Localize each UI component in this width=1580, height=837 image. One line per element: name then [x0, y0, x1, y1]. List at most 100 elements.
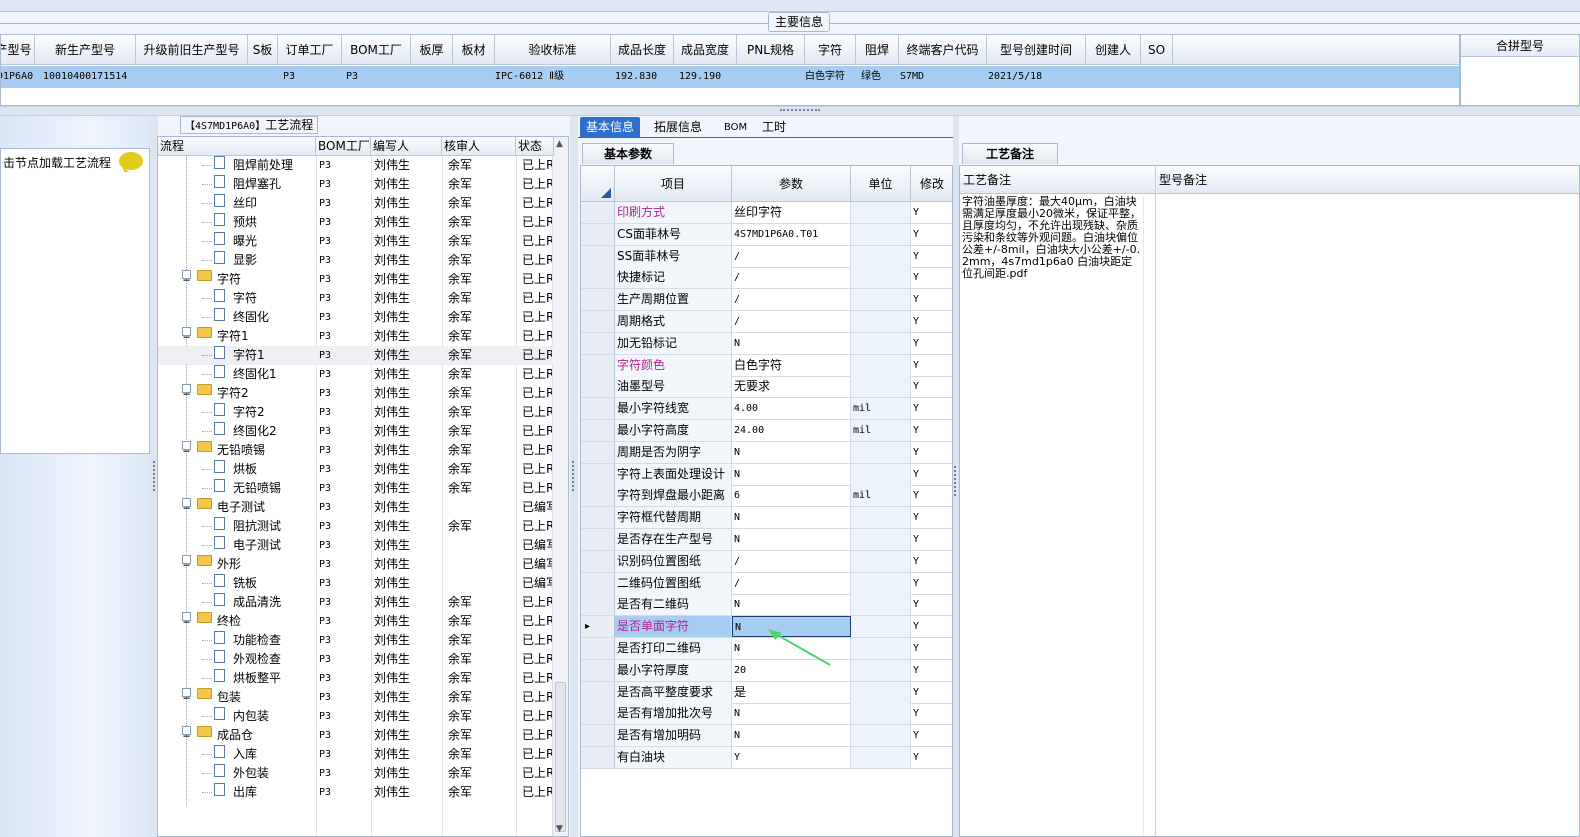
- param-row[interactable]: 是否有增加明码 N Y: [581, 725, 952, 748]
- param-row[interactable]: 最小字符厚度 20 Y: [581, 659, 952, 682]
- param-value[interactable]: N: [732, 529, 851, 550]
- row-indicator[interactable]: [581, 289, 615, 311]
- param-row[interactable]: CS面菲林号 4S7MD1P6A0.T01 Y: [581, 223, 952, 246]
- param-value[interactable]: /: [732, 550, 851, 572]
- flow-row[interactable]: 铣板 P3 刘伟生 已编写: [158, 574, 553, 593]
- flow-row[interactable]: − 包装 P3 刘伟生 余军 已上R: [158, 688, 553, 707]
- flow-row[interactable]: 烘板整平 P3 刘伟生 余军 已上R: [158, 669, 553, 688]
- tab-bom[interactable]: BOM: [718, 117, 753, 138]
- param-value[interactable]: N: [732, 725, 851, 747]
- param-value[interactable]: /: [732, 572, 851, 594]
- collapse-toggle-icon[interactable]: −: [182, 555, 191, 572]
- flow-row[interactable]: − 电子测试 P3 刘伟生 已编写: [158, 498, 553, 517]
- flow-row[interactable]: 阻抗测试 P3 刘伟生 余军 已上R: [158, 517, 553, 536]
- row-indicator[interactable]: [581, 376, 615, 398]
- basic-params-tab[interactable]: 基本参数: [582, 143, 674, 164]
- main-cell[interactable]: [137, 66, 255, 88]
- row-indicator[interactable]: [581, 725, 615, 747]
- param-row[interactable]: 字符框代替周期 N Y: [581, 507, 952, 530]
- collapse-toggle-icon[interactable]: −: [182, 688, 191, 705]
- row-indicator[interactable]: [581, 638, 615, 659]
- main-cell[interactable]: [1143, 66, 1181, 88]
- process-flow-tree[interactable]: ▲ ▼ 流程 BOM工厂 编写人 核审人 状态 阻焊前处理 P3 刘伟生 余军 已上R 阻焊塞孔 P3…: [157, 136, 569, 837]
- main-cell[interactable]: D1P6A0: [1, 66, 43, 88]
- main-cell[interactable]: [739, 66, 813, 88]
- flow-row[interactable]: 曝光 P3 刘伟生 余军 已上R: [158, 232, 553, 251]
- flow-row[interactable]: 入库 P3 刘伟生 余军 已上R: [158, 745, 553, 764]
- param-value[interactable]: N: [732, 441, 851, 463]
- collapse-toggle-icon[interactable]: −: [182, 498, 191, 515]
- flow-row[interactable]: 无铅喷锡 P3 刘伟生 余军 已上R: [158, 479, 553, 498]
- main-cell[interactable]: P3: [281, 66, 351, 88]
- flow-row[interactable]: − 字符2 P3 刘伟生 余军 已上R: [158, 384, 553, 403]
- param-value[interactable]: N: [732, 638, 851, 659]
- param-value[interactable]: /: [732, 245, 851, 267]
- collapse-toggle-icon[interactable]: −: [182, 441, 191, 458]
- main-cell[interactable]: [413, 66, 461, 88]
- flow-row[interactable]: − 外形 P3 刘伟生 已编写: [158, 555, 553, 574]
- horizontal-splitter[interactable]: [0, 106, 1580, 116]
- row-indicator[interactable]: [581, 332, 615, 354]
- flow-row[interactable]: 字符2 P3 刘伟生 余军 已上R: [158, 403, 553, 422]
- row-indicator[interactable]: [581, 485, 615, 507]
- param-value[interactable]: Y: [732, 747, 851, 768]
- row-indicator[interactable]: ▸: [581, 616, 615, 638]
- scroll-thumb[interactable]: [555, 682, 566, 832]
- tab-basic-info[interactable]: 基本信息: [580, 117, 641, 138]
- param-row[interactable]: 周期格式 / Y: [581, 311, 952, 333]
- row-indicator[interactable]: [581, 202, 615, 223]
- row-indicator[interactable]: [581, 659, 615, 681]
- row-indicator[interactable]: [581, 703, 615, 725]
- param-value[interactable]: N: [732, 703, 851, 725]
- process-notes-tab[interactable]: 工艺备注: [962, 143, 1058, 164]
- param-row[interactable]: 是否高平整度要求是 Y: [581, 681, 952, 704]
- tab-extended-info[interactable]: 拓展信息: [648, 117, 708, 138]
- flow-row[interactable]: 烘板 P3 刘伟生 余军 已上R: [158, 460, 553, 479]
- flow-row[interactable]: 功能检查 P3 刘伟生 余军 已上R: [158, 631, 553, 650]
- merge-model-panel[interactable]: 合拼型号: [1460, 34, 1580, 106]
- param-row[interactable]: 周期是否为阴字 N Y: [581, 441, 952, 464]
- main-cell[interactable]: 192.830: [613, 66, 682, 88]
- param-value[interactable]: 6: [732, 485, 851, 507]
- param-row[interactable]: 是否打印二维码 N Y: [581, 638, 952, 660]
- param-row[interactable]: 快捷标记 / Y: [581, 267, 952, 290]
- row-indicator[interactable]: [581, 681, 615, 703]
- collapse-toggle-icon[interactable]: −: [182, 270, 191, 287]
- param-value[interactable]: 24.00: [732, 420, 851, 441]
- main-cell[interactable]: 129.190: [677, 66, 746, 88]
- param-row[interactable]: 二维码位置图纸 / Y: [581, 572, 952, 595]
- param-row[interactable]: 是否有二维码 N Y: [581, 594, 952, 617]
- main-cell[interactable]: 白色字符: [803, 66, 860, 88]
- note-scrollbar[interactable]: [1143, 196, 1153, 836]
- param-row[interactable]: 识别码位置图纸 / Y: [581, 550, 952, 573]
- param-row[interactable]: 加无铅标记 N Y: [581, 332, 952, 355]
- process-note-text[interactable]: 字符油墨厚度：最大40μm，白油块需满足厚度最小20微米，保证平整，且厚度均匀，…: [962, 196, 1142, 280]
- param-row[interactable]: 油墨型号 无要求 Y: [581, 376, 952, 399]
- param-value[interactable]: 白色字符: [732, 354, 851, 376]
- param-row[interactable]: 最小字符线宽 4.00 mil Y: [581, 398, 952, 421]
- tree-scrollbar[interactable]: ▲ ▼: [552, 137, 568, 836]
- main-cell[interactable]: [1088, 66, 1149, 88]
- row-indicator[interactable]: [581, 441, 615, 463]
- collapse-toggle-icon[interactable]: −: [182, 612, 191, 629]
- param-row[interactable]: 字符到焊盘最小距离 6 mil Y: [581, 485, 952, 508]
- flow-row[interactable]: 出库 P3 刘伟生 余军 已上R: [158, 783, 553, 802]
- row-indicator[interactable]: [581, 223, 615, 245]
- param-value[interactable]: 20: [732, 659, 851, 681]
- main-info-grid[interactable]: 产型号新生产型号升级前旧生产型号S板订单工厂BOM工厂板厚板材验收标准成品长度成…: [0, 34, 1460, 106]
- flow-row[interactable]: 阻焊前处理 P3 刘伟生 余军 已上R: [158, 156, 553, 175]
- flow-row[interactable]: − 字符1 P3 刘伟生 余军 已上R: [158, 327, 553, 346]
- param-value[interactable]: 4S7MD1P6A0.T01: [732, 223, 851, 245]
- row-indicator[interactable]: [581, 529, 615, 550]
- flow-row[interactable]: 显影 P3 刘伟生 余军 已上R: [158, 251, 553, 270]
- row-indicator[interactable]: [581, 267, 615, 289]
- flow-row[interactable]: − 终检 P3 刘伟生 余军 已上R: [158, 612, 553, 631]
- param-value[interactable]: 无要求: [732, 376, 851, 398]
- row-indicator[interactable]: [581, 398, 615, 420]
- row-indicator[interactable]: [581, 463, 615, 485]
- flow-row[interactable]: 终固化 P3 刘伟生 余军 已上R: [158, 308, 553, 327]
- collapse-toggle-icon[interactable]: −: [182, 327, 191, 344]
- row-indicator[interactable]: [581, 572, 615, 594]
- tab-work-hours[interactable]: 工时: [756, 117, 792, 138]
- main-cell[interactable]: 10010400171514: [41, 66, 148, 88]
